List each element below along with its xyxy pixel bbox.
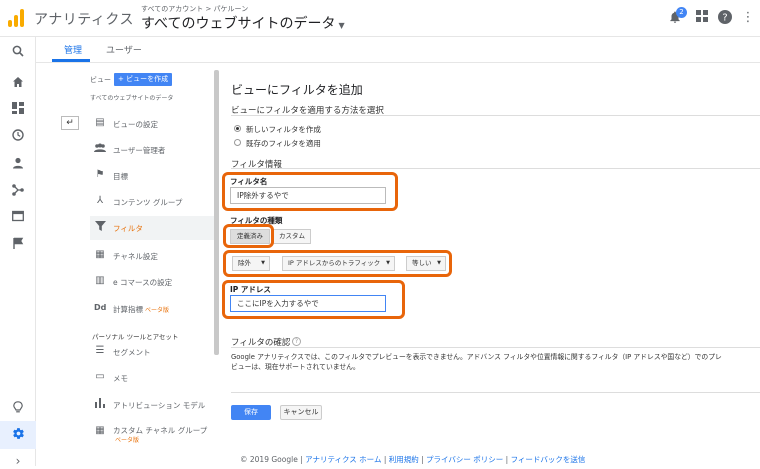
nav-item-view-settings[interactable]: ▤ ビューの設定 [90, 112, 214, 136]
beta-badge: ベータ版 [115, 437, 140, 444]
search-icon[interactable] [10, 45, 26, 61]
radio-existing-filter-label[interactable]: 既存のフィルタを適用 [246, 138, 321, 149]
separator: | [418, 455, 427, 464]
help-icon[interactable]: ? [717, 10, 733, 26]
clock-icon[interactable] [10, 129, 26, 145]
nav-item-label: ビューの設定 [113, 120, 158, 129]
nav-item-content-group[interactable]: ⅄ コンテンツ グループ [90, 190, 214, 214]
nav-item-goals[interactable]: ⚑ 目標 [90, 164, 214, 188]
radio-existing-filter[interactable] [234, 139, 241, 146]
nav-item-ecommerce[interactable]: ▥ e コマースの設定 [90, 270, 214, 294]
highlight-dropdowns [223, 250, 452, 277]
cart-icon: ▥ [95, 275, 105, 286]
separator: | [503, 455, 511, 464]
channel-icon: ▦ [95, 249, 105, 260]
divider [231, 347, 760, 348]
left-rail: › [0, 37, 36, 469]
view-column-label: ビュー [90, 76, 111, 84]
nav-item-user-management[interactable]: ユーザー管理者 [90, 138, 214, 162]
dashboard-icon[interactable] [10, 102, 26, 118]
highlight-filter-name [222, 172, 398, 211]
segment-icon: ☰ [95, 345, 105, 356]
footer-link-privacy[interactable]: プライバシー ポリシー [426, 455, 503, 464]
footer-link-feedback[interactable]: フィードバックを送信 [511, 455, 586, 464]
verify-message: Google アナリティクスでは、このフィルタでプレビューを表示できません。アド… [231, 352, 760, 372]
admin-tabs: 管理 ユーザー [36, 37, 760, 63]
flag-icon[interactable] [10, 237, 26, 253]
nav-item-label: メモ [113, 374, 128, 383]
admin-nav-item[interactable] [0, 421, 36, 449]
separator: | [381, 455, 389, 464]
nav-item-channel-settings[interactable]: ▦ チャネル設定 [90, 244, 214, 268]
highlight-predefined [223, 224, 274, 248]
footer: © 2019 Google | アナリティクス ホーム | 利用規約 | プライ… [240, 454, 585, 465]
nav-scrollbar[interactable] [214, 70, 219, 355]
beta-badge: ベータ版 [145, 307, 170, 314]
nav-item-segments[interactable]: ☰ セグメント [90, 340, 214, 364]
help-circle-icon[interactable]: ? [292, 337, 301, 346]
divider [231, 168, 760, 169]
users-icon [94, 143, 106, 155]
notification-badge: 2 [676, 7, 687, 18]
custom-channel-icon: ▦ [95, 425, 105, 436]
footer-link-terms[interactable]: 利用規約 [389, 455, 419, 464]
nav-item-label: 目標 [113, 172, 128, 181]
behavior-icon[interactable] [10, 210, 26, 226]
page-title: ビューにフィルタを追加 [231, 83, 363, 97]
nav-item-attribution-model[interactable]: アトリビューション モデル [90, 393, 214, 417]
home-icon[interactable] [10, 76, 26, 92]
copyright: © 2019 Google | [240, 455, 306, 464]
footer-link-home[interactable]: アナリティクス ホーム [305, 455, 381, 464]
nav-item-label: 計算指標 ベータ版 [113, 305, 170, 314]
top-bar: アナリティクス すべてのアカウント > パケルーン すべてのウェブサイトのデータ… [0, 0, 760, 37]
content-group-icon: ⅄ [96, 195, 104, 206]
memo-icon: ▭ [95, 371, 105, 382]
cancel-button[interactable]: キャンセル [280, 405, 322, 420]
nav-item-label: コンテンツ グループ [113, 198, 183, 207]
analytics-logo-icon[interactable] [8, 9, 26, 27]
gear-icon [10, 427, 26, 443]
radio-new-filter-label[interactable]: 新しいフィルタを作成 [246, 124, 321, 135]
tab-admin[interactable]: 管理 [64, 43, 82, 56]
nav-item-label: e コマースの設定 [113, 278, 173, 287]
chevron-down-icon: ▼ [338, 21, 345, 30]
divider [231, 115, 760, 116]
property-name: すべてのウェブサイトのデータ [141, 16, 336, 32]
radio-new-filter[interactable] [234, 125, 241, 132]
nav-item-label: アトリビューション モデル [113, 401, 206, 410]
nav-item-filters[interactable]: フィルタ [90, 216, 214, 240]
acquisition-icon[interactable] [10, 184, 26, 200]
person-icon[interactable] [10, 157, 26, 173]
active-tab-indicator [52, 59, 90, 62]
highlight-ip-address [222, 280, 405, 319]
tab-user[interactable]: ユーザー [106, 43, 142, 56]
nav-item-calculated-metrics[interactable]: Dd 計算指標 ベータ版 [90, 297, 214, 321]
apps-grid-icon[interactable] [694, 10, 710, 26]
view-selector[interactable]: すべてのウェブサイトのデータ [90, 93, 173, 102]
document-icon: ▤ [95, 117, 105, 128]
flag-icon: ⚑ [95, 169, 105, 180]
nav-item-custom-channel-group[interactable]: ▦ カスタム チャネル グループ ベータ版 [90, 420, 214, 446]
property-selector[interactable]: すべてのウェブサイトのデータ ▼ [141, 13, 345, 33]
nav-item-label: チャネル設定 [113, 252, 158, 261]
chevron-right-icon[interactable]: › [10, 453, 26, 469]
divider [231, 392, 760, 393]
nav-item-label: フィルタ [113, 224, 143, 233]
more-vert-icon[interactable]: ⋮ [740, 10, 756, 26]
lightbulb-icon[interactable] [10, 401, 26, 417]
back-arrow-icon[interactable]: ↵ [61, 116, 79, 130]
dd-icon: Dd [94, 303, 107, 312]
save-button[interactable]: 保存 [231, 405, 271, 420]
nav-item-memo[interactable]: ▭ メモ [90, 366, 214, 390]
filter-icon [94, 221, 106, 233]
nav-item-label: セグメント [113, 348, 151, 357]
custom-button[interactable]: カスタム [273, 229, 311, 244]
svg-text:?: ? [722, 13, 727, 24]
app-title: アナリティクス [34, 12, 134, 28]
verify-message-line-2: ビューは、現在サポートされていません。 [231, 363, 360, 371]
verify-message-line-1: Google アナリティクスでは、このフィルタでプレビューを表示できません。アド… [231, 353, 722, 361]
nav-item-label: ユーザー管理者 [113, 146, 166, 155]
create-view-button[interactable]: + ビューを作成 [114, 73, 172, 86]
bar-chart-icon [94, 398, 106, 410]
